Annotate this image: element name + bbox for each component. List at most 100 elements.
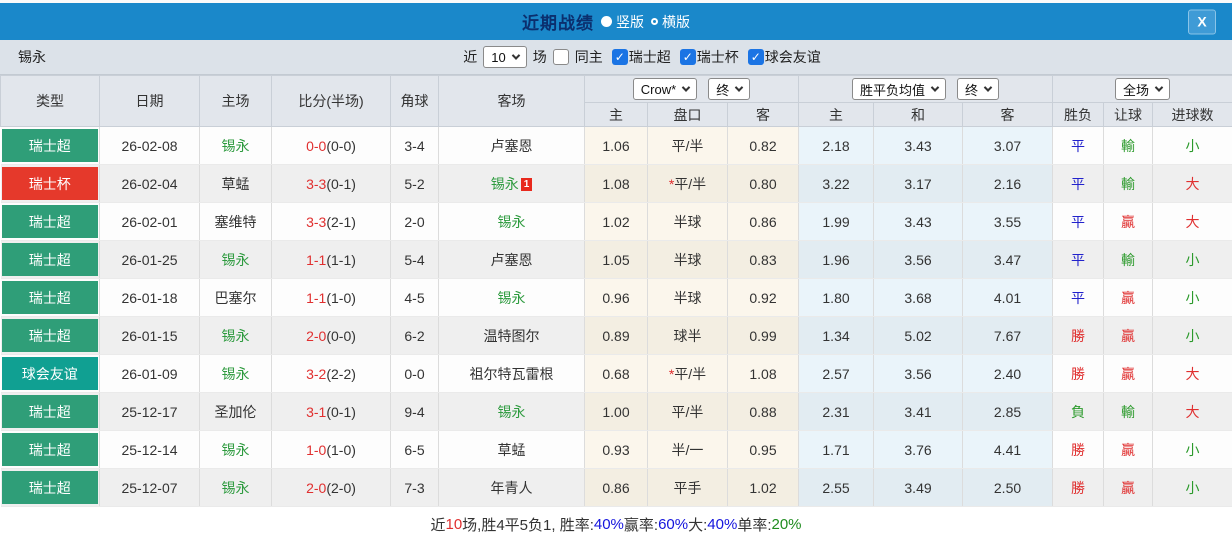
home-team-cell: 锡永: [200, 469, 272, 507]
handicap-cell: *平/半: [648, 165, 728, 203]
league-type-badge: 球会友谊: [2, 357, 99, 390]
league-checkbox-friendly[interactable]: [748, 49, 764, 65]
corner-cell: 4-5: [391, 279, 439, 317]
date-cell: 26-02-08: [100, 127, 200, 165]
crow-away-odds-cell: 0.99: [728, 317, 799, 355]
league-type-badge: 瑞士超: [2, 319, 99, 352]
avg-away-odds-cell: 2.40: [963, 355, 1053, 393]
corner-cell: 0-0: [391, 355, 439, 393]
summary-segment: 20%: [771, 516, 801, 533]
avg-home-odds-cell: 2.31: [799, 393, 874, 431]
header-away: 客场: [439, 76, 585, 127]
goals-result-cell: 小: [1153, 431, 1232, 469]
league-type-badge: 瑞士杯: [2, 167, 99, 200]
avg-home-odds-cell: 2.18: [799, 127, 874, 165]
table-row: 瑞士杯 26-02-04 草蜢 3-3(0-1) 5-2 锡永1 1.08 *平…: [1, 165, 1232, 203]
halftime-score: (0-1): [326, 404, 356, 420]
handicap-cell: 半球: [648, 203, 728, 241]
goals-result-cell: 大: [1153, 393, 1232, 431]
avg-draw-odds-cell: 3.43: [874, 203, 963, 241]
team-name: 锡永: [18, 47, 46, 67]
subheader-crow-away: 客: [728, 103, 799, 127]
handicap-value: 半/一: [672, 442, 704, 458]
corner-cell: 9-4: [391, 393, 439, 431]
league-type-cell: 瑞士超: [1, 203, 100, 241]
vertical-layout-radio[interactable]: 竖版: [601, 12, 644, 32]
handicap-cell: 平手: [648, 469, 728, 507]
scope-select[interactable]: 全场: [1115, 78, 1170, 100]
fulltime-score: 1-0: [306, 442, 326, 458]
league-checkbox-super[interactable]: [612, 49, 628, 65]
handicap-result-cell: 贏: [1104, 431, 1153, 469]
score-cell: 3-1(0-1): [272, 393, 391, 431]
close-button[interactable]: X: [1188, 9, 1216, 34]
home-team-cell: 锡永: [200, 317, 272, 355]
handicap-cell: 球半: [648, 317, 728, 355]
summary-segment: 40%: [707, 516, 737, 533]
corner-cell: 6-2: [391, 317, 439, 355]
summary-segment: 赢率:: [624, 514, 658, 535]
odds-type-value: 胜平负均值: [860, 80, 925, 99]
away-team-cell: 温特图尔: [439, 317, 585, 355]
corner-cell: 2-0: [391, 203, 439, 241]
crow-away-odds-cell: 0.92: [728, 279, 799, 317]
avg-away-odds-cell: 3.55: [963, 203, 1053, 241]
corner-cell: 7-3: [391, 469, 439, 507]
handicap-result-cell: 輸: [1104, 241, 1153, 279]
away-team-cell: 草蜢: [439, 431, 585, 469]
handicap-result-cell: 輸: [1104, 127, 1153, 165]
bookmaker-time-select[interactable]: 终: [708, 78, 750, 100]
away-team-cell: 祖尔特瓦雷根: [439, 355, 585, 393]
away-team-name: 锡永: [498, 214, 526, 230]
avg-draw-odds-cell: 3.76: [874, 431, 963, 469]
match-count-select[interactable]: 10: [483, 46, 526, 68]
league-checkbox-cup[interactable]: [680, 49, 696, 65]
result-cell: 負: [1053, 393, 1104, 431]
odds-type-select[interactable]: 胜平负均值: [852, 78, 946, 100]
corner-cell: 3-4: [391, 127, 439, 165]
handicap-result-cell: 贏: [1104, 355, 1153, 393]
avg-away-odds-cell: 2.16: [963, 165, 1053, 203]
odds-time-select[interactable]: 终: [957, 78, 999, 100]
odds-time-value: 终: [965, 80, 978, 99]
crow-home-odds-cell: 1.06: [585, 127, 648, 165]
away-team-name: 草蜢: [498, 442, 526, 458]
away-team-cell: 锡永: [439, 393, 585, 431]
away-team-name: 卢塞恩: [491, 252, 533, 268]
goals-result-cell: 大: [1153, 165, 1232, 203]
away-team-name: 祖尔特瓦雷根: [470, 366, 554, 382]
horizontal-layout-radio[interactable]: 横版: [651, 12, 690, 32]
date-cell: 26-01-25: [100, 241, 200, 279]
league-type-cell: 瑞士超: [1, 469, 100, 507]
avg-select-group: 胜平负均值 终: [799, 76, 1053, 103]
avg-home-odds-cell: 1.34: [799, 317, 874, 355]
handicap-value: 半球: [674, 252, 702, 268]
league-type-badge: 瑞士超: [2, 205, 99, 238]
chevron-down-icon: [511, 51, 519, 59]
handicap-cell: 半/一: [648, 431, 728, 469]
avg-home-odds-cell: 1.71: [799, 431, 874, 469]
fulltime-score: 0-0: [306, 138, 326, 154]
away-team-name: 锡永: [491, 176, 519, 192]
bookmaker-select[interactable]: Crow*: [633, 78, 697, 100]
avg-away-odds-cell: 7.67: [963, 317, 1053, 355]
date-cell: 26-01-18: [100, 279, 200, 317]
league-label-cup: 瑞士杯: [697, 47, 739, 67]
halftime-score: (2-1): [326, 214, 356, 230]
games-label: 场: [533, 47, 547, 67]
league-type-cell: 球会友谊: [1, 355, 100, 393]
table-row: 瑞士超 26-01-15 锡永 2-0(0-0) 6-2 温特图尔 0.89 球…: [1, 317, 1232, 355]
summary-line: 近10场,胜4平5负1, 胜率:40% 赢率:60% 大:40% 单率:20%: [0, 507, 1232, 542]
chevron-down-icon: [682, 83, 690, 91]
close-icon: X: [1197, 14, 1206, 30]
subheader-goals: 进球数: [1153, 103, 1232, 127]
fulltime-score: 1-1: [306, 252, 326, 268]
avg-draw-odds-cell: 3.43: [874, 127, 963, 165]
avg-draw-odds-cell: 3.56: [874, 355, 963, 393]
chevron-down-icon: [984, 83, 992, 91]
subheader-avg-draw: 和: [874, 103, 963, 127]
avg-draw-odds-cell: 3.49: [874, 469, 963, 507]
handicap-value: 半球: [674, 214, 702, 230]
horizontal-layout-label: 横版: [662, 12, 690, 32]
same-home-checkbox[interactable]: [553, 49, 569, 65]
